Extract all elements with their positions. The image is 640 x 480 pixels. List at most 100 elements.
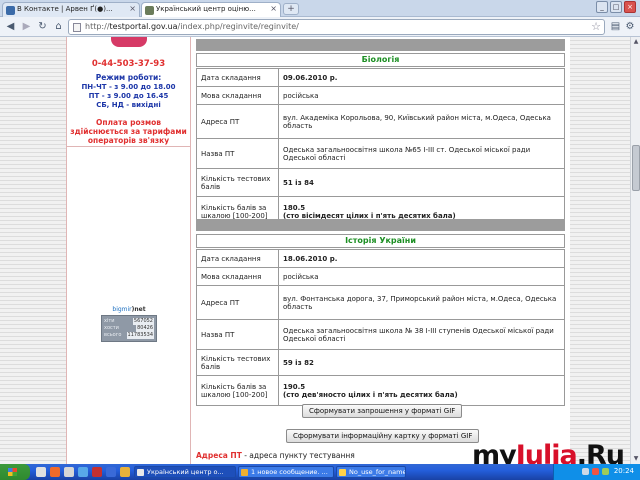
scale-value: 190.5 xyxy=(283,382,306,391)
exam-details-table: Дата складання 18.06.2010 р. Мова склада… xyxy=(196,249,565,406)
payment-note: Оплата розмов xyxy=(95,118,162,127)
url-text: http://testportal.gov.ua/index.php/regin… xyxy=(85,22,299,31)
section-bar xyxy=(196,219,565,231)
label-cell: Мова складання xyxy=(196,86,279,105)
home-icon[interactable]: ⌂ xyxy=(51,19,66,34)
tab-title: Український центр оціню... xyxy=(156,5,256,13)
exam-date: 09.06.2010 р. xyxy=(278,68,565,87)
table-row: Назва ПТ Одеська загальноосвітня школа №… xyxy=(196,138,565,169)
table-row: Мова складання російська xyxy=(196,267,565,286)
exam-details-table: Дата складання 09.06.2010 р. Мова склада… xyxy=(196,68,565,227)
vertical-scrollbar[interactable]: ▲ ▼ xyxy=(630,37,640,464)
scroll-thumb[interactable] xyxy=(632,145,640,191)
vk-favicon-icon xyxy=(6,6,15,15)
chat-icon xyxy=(241,469,248,476)
logo xyxy=(111,37,147,47)
label-cell: Адреса ПТ xyxy=(196,285,279,320)
counter-box: хіти 567052 хости 80426 всього 11783534 xyxy=(101,315,157,342)
exam-subject: Історія України xyxy=(196,234,565,248)
table-row: Дата складання 18.06.2010 р. xyxy=(196,249,565,268)
windows-flag-icon xyxy=(8,468,17,476)
ucoz-favicon-icon xyxy=(145,6,154,15)
label-cell: Дата складання xyxy=(196,68,279,87)
gif-invitation-button[interactable]: Сформувати запрошення у форматі GIF xyxy=(302,404,463,418)
exam-date: 18.06.2010 р. xyxy=(278,249,565,268)
gif-info-card-button[interactable]: Сформувати інформаційну картку у форматі… xyxy=(286,429,480,443)
table-row: Кількість тестових балів 59 із 82 xyxy=(196,349,565,376)
bigmir-counter[interactable]: bigmir)net хіти 567052 хости 80426 всього 1… xyxy=(101,306,157,342)
hours-line: ПТ - з 9.00 до 16.45 xyxy=(88,92,169,100)
background-stripes xyxy=(570,37,630,464)
table-row: Дата складання 09.06.2010 р. xyxy=(196,68,565,87)
sidebar: 0-44-503-37-93 Режим роботи: ПН-ЧТ - з 9… xyxy=(66,37,191,464)
page-icon xyxy=(73,23,81,32)
quicklaunch-icon[interactable] xyxy=(64,467,74,477)
scroll-down-icon[interactable]: ▼ xyxy=(632,455,640,463)
browser-toolbar: ◀ ▶ ↻ ⌂ http://testportal.gov.ua/index.p… xyxy=(0,17,640,37)
counter-brand: bigmir)net xyxy=(112,306,146,313)
background-stripes xyxy=(0,37,66,464)
quicklaunch-icon[interactable] xyxy=(92,467,102,477)
exam-language: російська xyxy=(278,267,565,286)
minimize-button[interactable]: _ xyxy=(596,1,608,13)
maximize-button[interactable]: □ xyxy=(610,1,622,13)
label-cell: Назва ПТ xyxy=(196,319,279,350)
exam-address: вул. Фонтанська дорога, 37, Приморський … xyxy=(278,285,565,320)
new-tab-button[interactable]: + xyxy=(283,3,299,15)
page-viewport: 0-44-503-37-93 Режим роботи: ПН-ЧТ - з 9… xyxy=(0,37,630,464)
divider xyxy=(67,146,190,147)
reload-icon[interactable]: ↻ xyxy=(35,19,50,34)
table-row: Кількість тестових балів 51 із 84 xyxy=(196,168,565,197)
label-cell: Кількість тестових балів xyxy=(196,168,279,197)
quicklaunch-icon[interactable] xyxy=(120,467,130,477)
table-row: Кількість балів за шкалою [100-200] 190.… xyxy=(196,375,565,406)
taskbar-item[interactable]: 1 новое сообщение. ... xyxy=(238,466,334,478)
window-controls: _ □ × xyxy=(596,1,636,13)
scale-words: (сто дев'яносто цілих і п'ять десятих ба… xyxy=(283,390,458,399)
exam-test-points: 59 із 82 xyxy=(278,349,565,376)
main-content: Біологія Дата складання 09.06.2010 р. Мо… xyxy=(191,37,570,464)
scroll-up-icon[interactable]: ▲ xyxy=(632,38,640,46)
tab-vkontakte[interactable]: В Контакте | Арвен Ґ(●)... × xyxy=(2,2,140,17)
table-row: Назва ПТ Одеська загальноосвітня школа №… xyxy=(196,319,565,350)
section-bar xyxy=(196,39,565,51)
hours-line: СБ, НД - вихідні xyxy=(96,101,161,109)
tray-icon[interactable] xyxy=(592,468,599,475)
label-cell: Адреса ПТ xyxy=(196,104,279,139)
label-cell: Дата складання xyxy=(196,249,279,268)
exam-language: російська xyxy=(278,86,565,105)
label-cell: Назва ПТ xyxy=(196,138,279,169)
taskbar-item[interactable]: Український центр о... xyxy=(134,466,236,478)
quicklaunch-icon[interactable] xyxy=(36,467,46,477)
payment-note: операторів зв'язку xyxy=(87,136,170,145)
back-icon[interactable]: ◀ xyxy=(3,19,18,34)
start-button[interactable] xyxy=(0,464,30,480)
close-window-button[interactable]: × xyxy=(624,1,636,13)
bookmark-star-icon[interactable]: ☆ xyxy=(591,20,601,33)
counter-row: хости 80426 xyxy=(104,325,154,332)
counter-row: всього 11783534 xyxy=(104,332,154,339)
close-icon[interactable]: × xyxy=(270,4,277,13)
quicklaunch-icon[interactable] xyxy=(106,467,116,477)
table-row: Адреса ПТ вул. Академіка Корольова, 90, … xyxy=(196,104,565,139)
quicklaunch-icon[interactable] xyxy=(78,467,88,477)
label-cell: Мова складання xyxy=(196,267,279,286)
tab-testportal[interactable]: Український центр оціню... × xyxy=(141,2,281,17)
chrome-icon xyxy=(137,469,144,476)
clock: 20:24 xyxy=(613,467,634,475)
exam-test-points: 51 із 84 xyxy=(278,168,565,197)
page-menu-icon[interactable]: ▤ xyxy=(608,19,623,34)
tab-strip: В Контакте | Арвен Ґ(●)... × Український… xyxy=(0,0,640,17)
forward-icon[interactable]: ▶ xyxy=(19,19,34,34)
footnote: Адреса ПТ - адреса пункту тестування xyxy=(196,451,355,460)
scale-value: 180.5 xyxy=(283,203,306,212)
tray-icon[interactable] xyxy=(582,468,589,475)
tray-icon[interactable] xyxy=(602,468,609,475)
table-row: Мова складання російська xyxy=(196,86,565,105)
quicklaunch-icon[interactable] xyxy=(50,467,60,477)
taskbar-item[interactable]: No_use_for_name xyxy=(336,466,406,478)
close-icon[interactable]: × xyxy=(129,4,136,13)
wrench-icon[interactable]: ⚙ xyxy=(623,19,637,34)
tab-title: В Контакте | Арвен Ґ(●)... xyxy=(17,5,113,13)
address-bar[interactable]: http://testportal.gov.ua/index.php/regin… xyxy=(68,19,605,35)
